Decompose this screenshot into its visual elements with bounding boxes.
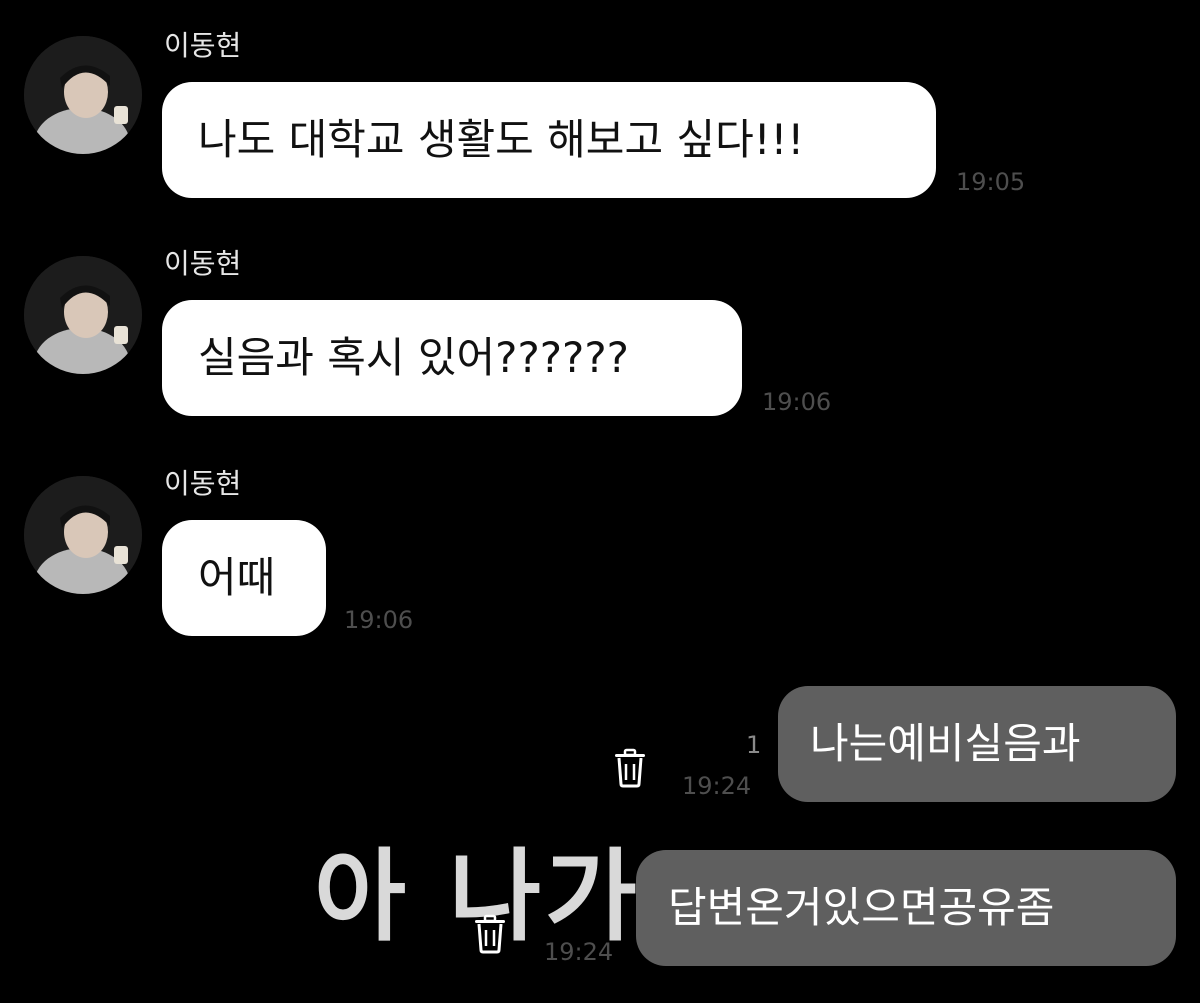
trash-icon[interactable] (472, 914, 508, 954)
trash-icon[interactable] (612, 748, 648, 788)
message-text: 답변온거있으면공유좀 (668, 883, 1055, 932)
sender-name: 이동현 (164, 467, 242, 500)
message-timestamp: 19:06 (762, 388, 832, 416)
message-text: 나는예비실음과 (810, 719, 1081, 768)
message-timestamp: 19:24 (544, 938, 614, 966)
message-text: 실음과 혹시 있어?????? (198, 333, 629, 382)
message-timestamp: 19:06 (344, 606, 414, 634)
message-bubble[interactable]: 어때 (162, 520, 326, 636)
message-bubble[interactable]: 나도 대학교 생활도 해보고 싶다!!! (162, 82, 936, 198)
sender-name: 이동현 (164, 29, 242, 62)
sender-name: 이동현 (164, 247, 242, 280)
sender-avatar[interactable] (24, 476, 142, 594)
message-timestamp: 19:05 (956, 168, 1026, 196)
sender-avatar[interactable] (24, 256, 142, 374)
unread-count: 1 (746, 731, 762, 759)
message-bubble[interactable]: 실음과 혹시 있어?????? (162, 300, 742, 416)
message-text: 나도 대학교 생활도 해보고 싶다!!! (198, 115, 805, 164)
message-bubble[interactable]: 나는예비실음과 (778, 686, 1176, 802)
message-text: 어때 (198, 553, 276, 602)
message-bubble[interactable]: 답변온거있으면공유좀 (636, 850, 1176, 966)
message-timestamp: 19:24 (682, 772, 752, 800)
sender-avatar[interactable] (24, 36, 142, 154)
